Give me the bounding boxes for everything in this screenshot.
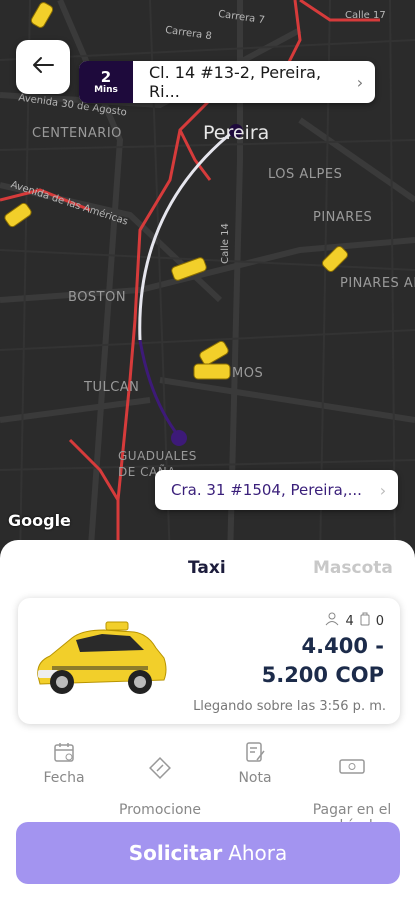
- option-nota[interactable]: Nota: [205, 740, 305, 786]
- chevron-right-icon: ›: [356, 72, 364, 92]
- pickup-address-card[interactable]: 2 Mins Cl. 14 #13-2, Pereira, Ri... ›: [79, 61, 375, 103]
- city-label: Pereira: [203, 122, 270, 144]
- chevron-right-icon: ›: [379, 480, 387, 500]
- neighborhood-label: LOS ALPES: [268, 167, 343, 182]
- neighborhood-label: BOSTON: [68, 290, 127, 305]
- google-attribution: Google: [8, 511, 71, 530]
- eta-value: 2: [100, 68, 112, 86]
- road-label: Calle 17: [345, 10, 386, 21]
- request-now-button[interactable]: Solicitar Ahora: [16, 822, 400, 884]
- fare-range-high: 5.200 COP: [261, 663, 384, 687]
- option-fecha[interactable]: Fecha: [14, 740, 114, 786]
- promo-tag-icon: [110, 756, 210, 782]
- option-label: Nota: [238, 770, 272, 786]
- taxi-car-image: [37, 621, 167, 694]
- luggage-icon: [360, 612, 370, 630]
- vehicle-option-card[interactable]: 4 0 4.400 - 5.200 COP Llegando sobre las…: [18, 598, 400, 724]
- neighborhood-label: CENTENARIO: [32, 126, 122, 141]
- passenger-count: 4: [345, 613, 354, 629]
- fare-estimate: 4.400 - 5.200 COP: [262, 632, 384, 690]
- luggage-count: 0: [375, 613, 384, 629]
- tab-mascota[interactable]: Mascota: [313, 558, 393, 578]
- arrow-left-icon: [32, 56, 54, 78]
- bottom-sheet: Taxi Mascota 4 0 4.400 - 5.200 COP Llega…: [0, 540, 415, 900]
- neighborhood-label: PINARES ALT: [340, 276, 415, 291]
- ride-options-row: Fecha Promocione s Nota Pagar en el vehí…: [0, 740, 415, 834]
- calendar-icon: [14, 740, 114, 766]
- eta-badge: 2 Mins: [79, 61, 133, 103]
- option-label: Fecha: [43, 770, 85, 786]
- fare-range-low: 4.400 -: [301, 634, 384, 658]
- neighborhood-label: MOS: [232, 366, 264, 381]
- capacity-info: 4 0: [325, 612, 384, 630]
- road-label: Calle 14: [219, 223, 231, 264]
- neighborhood-label: PINARES: [313, 210, 373, 225]
- back-button[interactable]: [16, 40, 70, 94]
- arrival-time: Llegando sobre las 3:56 p. m.: [193, 699, 386, 714]
- tab-taxi[interactable]: Taxi: [188, 558, 226, 578]
- pickup-address: Cl. 14 #13-2, Pereira, Ri...: [149, 63, 322, 101]
- destination-address-card[interactable]: Cra. 31 #1504, Pereira,... ›: [155, 470, 398, 510]
- cta-label-regular: Ahora: [228, 841, 288, 865]
- eta-unit: Mins: [94, 85, 118, 95]
- service-tabs: Taxi Mascota: [0, 558, 415, 582]
- cta-label-bold: Solicitar: [128, 841, 223, 865]
- cash-icon: [302, 756, 402, 782]
- neighborhood-label: TULCAN: [84, 380, 140, 395]
- neighborhood-label: GUADUALES: [118, 449, 197, 463]
- destination-address: Cra. 31 #1504, Pereira,...: [171, 481, 362, 499]
- note-icon: [205, 740, 305, 766]
- person-icon: [325, 612, 339, 630]
